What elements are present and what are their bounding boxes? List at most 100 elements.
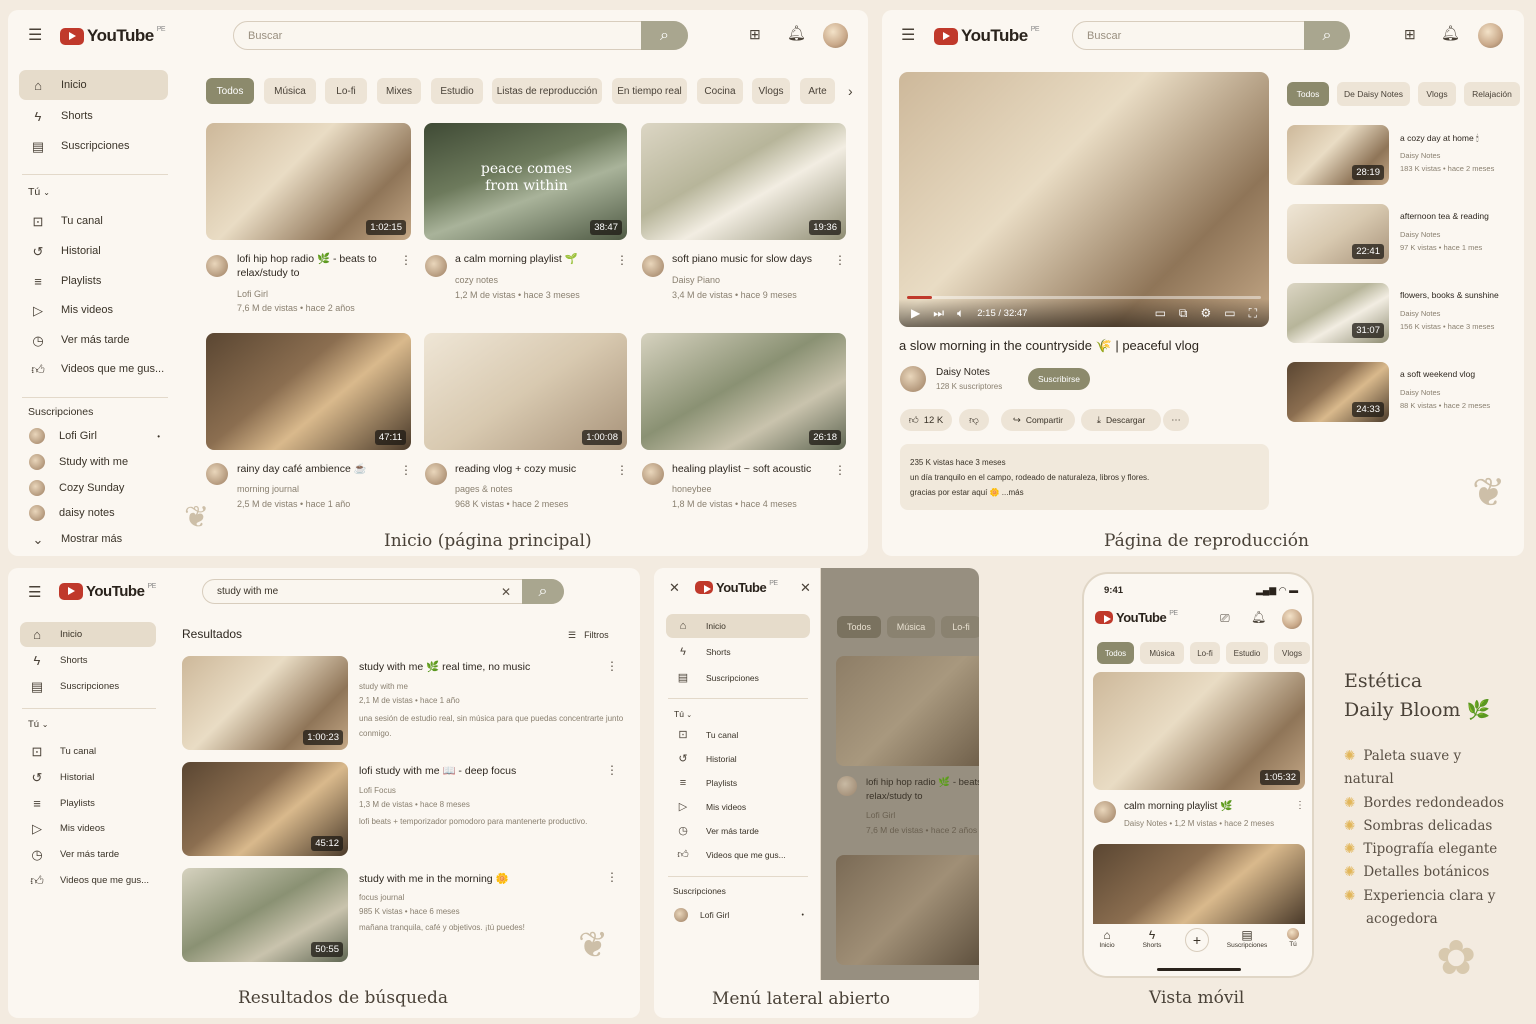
- avatar[interactable]: [1478, 23, 1503, 48]
- dimmed-background[interactable]: Todos Música Lo-fi lofi hip hop radio 🌿 …: [821, 568, 979, 980]
- search-button[interactable]: ⌕: [1304, 21, 1350, 50]
- close-icon[interactable]: ✕: [669, 581, 680, 594]
- sidebar-item-shorts[interactable]: ϟ Shorts: [19, 101, 168, 131]
- video-thumbnail[interactable]: peace comes from within 38:47: [424, 123, 627, 240]
- mobile-video-title[interactable]: calm morning playlist 🌿: [1124, 800, 1233, 814]
- chip-musica[interactable]: Música: [1140, 642, 1184, 664]
- sidebar-item-suscripciones[interactable]: ▤ Suscripciones: [19, 131, 168, 161]
- create-video-icon[interactable]: ⊞: [749, 27, 761, 41]
- bell-icon[interactable]: 🔔︎: [1251, 611, 1266, 623]
- tab-inicio[interactable]: ⌂ Inicio: [1094, 928, 1120, 949]
- video-title[interactable]: lofi hip hop radio 🌿 - beats to relax/st…: [237, 252, 387, 280]
- search-button[interactable]: ⌕: [522, 579, 564, 604]
- more-options-icon[interactable]: ⋮: [606, 870, 618, 884]
- sidebar-item-shorts[interactable]: ϟ Shorts: [20, 648, 156, 673]
- chip-estudio[interactable]: Estudio: [1226, 642, 1268, 664]
- drawer-item-shorts[interactable]: ϟ Shorts: [666, 640, 810, 664]
- drawer-section-you[interactable]: Tú ⌄: [674, 709, 692, 719]
- filters-button[interactable]: ☰ Filtros: [568, 628, 609, 642]
- video-thumbnail[interactable]: 1:00:08: [424, 333, 627, 450]
- close-icon[interactable]: ✕: [800, 581, 811, 594]
- result-title[interactable]: lofi study with me 📖 - deep focus: [359, 764, 516, 778]
- youtube-logo[interactable]: YouTube PE: [60, 26, 166, 46]
- search-input[interactable]: study with me ✕: [202, 579, 564, 604]
- sidebar-sub-lofi-girl[interactable]: Lofi Girl •: [19, 424, 168, 448]
- chip-todos[interactable]: Todos: [1097, 642, 1134, 664]
- video-title[interactable]: healing playlist ~ soft acoustic: [672, 462, 842, 476]
- subtitles-icon[interactable]: ▭: [1155, 306, 1166, 320]
- sidebar-item-liked[interactable]: 👍︎ Videos que me gus...: [19, 355, 168, 383]
- sidebar-item-ver-mas-tarde[interactable]: ◷ Ver más tarde: [20, 842, 156, 866]
- channel-avatar[interactable]: [206, 255, 228, 277]
- clear-icon[interactable]: ✕: [501, 585, 511, 599]
- drawer-sub-lofi-girl[interactable]: Lofi Girl •: [666, 904, 810, 926]
- sidebar-item-suscripciones[interactable]: ▤ Suscripciones: [20, 674, 156, 699]
- sidebar-item-historial[interactable]: ↺ Historial: [19, 237, 168, 265]
- sidebar-item-mis-videos[interactable]: ▷ Mis videos: [20, 816, 156, 840]
- search-button[interactable]: ⌕: [641, 21, 688, 50]
- chip-vlogs[interactable]: Vlogs: [752, 78, 790, 104]
- chip-vlogs[interactable]: Vlogs: [1274, 642, 1310, 664]
- video-channel[interactable]: Daisy Piano: [672, 273, 720, 287]
- chip-relajacion[interactable]: Relajación: [1464, 82, 1520, 106]
- chip-listas[interactable]: Listas de reproducción: [492, 78, 602, 104]
- sidebar-item-historial[interactable]: ↺ Historial: [20, 765, 156, 789]
- chip-en-tiempo-real[interactable]: En tiempo real: [612, 78, 687, 104]
- settings-gear-icon[interactable]: ⚙: [1200, 306, 1211, 320]
- sidebar-item-tu-canal[interactable]: ⊡ Tu canal: [20, 739, 156, 763]
- result-thumbnail[interactable]: 1:00:23: [182, 656, 348, 750]
- tab-tu[interactable]: Tú: [1280, 928, 1306, 948]
- chip-estudio[interactable]: Estudio: [431, 78, 483, 104]
- play-icon[interactable]: ▶: [911, 306, 920, 320]
- drawer-item-ver-mas-tarde[interactable]: ◷ Ver más tarde: [666, 820, 810, 842]
- result-title[interactable]: study with me 🌿 real time, no music: [359, 660, 530, 674]
- chip-de-daisy-notes[interactable]: De Daisy Notes: [1337, 82, 1410, 106]
- chip-arte[interactable]: Arte: [800, 78, 835, 104]
- channel-avatar[interactable]: [642, 255, 664, 277]
- related-title[interactable]: flowers, books & sunshine: [1400, 288, 1499, 302]
- more-options-icon[interactable]: ⋮: [400, 253, 412, 267]
- related-thumbnail[interactable]: 28:19: [1287, 125, 1389, 185]
- subscribe-button[interactable]: Suscribirse: [1028, 368, 1090, 390]
- channel-avatar[interactable]: [206, 463, 228, 485]
- result-channel[interactable]: study with me: [359, 680, 408, 694]
- sidebar-sub-study-with-me[interactable]: Study with me: [19, 450, 168, 474]
- drawer-item-historial[interactable]: ↺ Historial: [666, 748, 810, 770]
- related-title[interactable]: a cozy day at home 🕯: [1400, 131, 1478, 145]
- video-player[interactable]: ▶ ⏭︎ 🔈︎ 2:15 / 32:47 ▭ ⧉ ⚙ ▭ ⛶: [899, 72, 1269, 327]
- mobile-video-thumbnail[interactable]: 1:05:32: [1093, 672, 1305, 790]
- video-title[interactable]: rainy day café ambience ☕: [237, 462, 397, 476]
- chip-mixes[interactable]: Mixes: [377, 78, 421, 104]
- next-icon[interactable]: ⏭︎: [933, 306, 944, 321]
- video-channel[interactable]: Lofi Girl: [237, 287, 268, 301]
- video-title[interactable]: soft piano music for slow days: [672, 252, 832, 266]
- channel-avatar[interactable]: [642, 463, 664, 485]
- menu-icon[interactable]: ☰: [901, 28, 915, 44]
- drawer-item-mis-videos[interactable]: ▷ Mis videos: [666, 796, 810, 818]
- related-thumbnail[interactable]: 24:33: [1287, 362, 1389, 422]
- create-video-icon[interactable]: ⊞: [1404, 27, 1416, 41]
- tab-suscripciones[interactable]: ▤ Suscripciones: [1222, 928, 1272, 949]
- related-title[interactable]: a soft weekend vlog: [1400, 367, 1475, 381]
- related-thumbnail[interactable]: 22:41: [1287, 204, 1389, 264]
- video-channel[interactable]: morning journal: [237, 482, 299, 496]
- video-channel[interactable]: pages & notes: [455, 482, 513, 496]
- bell-icon[interactable]: 🔔︎: [1441, 26, 1460, 41]
- sidebar-item-mis-videos[interactable]: ▷ Mis videos: [19, 296, 168, 324]
- avatar[interactable]: [1282, 609, 1302, 629]
- video-thumbnail[interactable]: 19:36: [641, 123, 846, 240]
- channel-avatar[interactable]: [900, 366, 926, 392]
- sidebar-item-ver-mas-tarde[interactable]: ◷ Ver más tarde: [19, 326, 168, 354]
- sidebar-item-playlists[interactable]: ≡ Playlists: [20, 791, 156, 815]
- chip-cocina[interactable]: Cocina: [697, 78, 743, 104]
- drawer-item-inicio[interactable]: ⌂ Inicio: [666, 614, 810, 638]
- video-channel[interactable]: honeybee: [672, 482, 712, 496]
- youtube-logo[interactable]: YouTube PE: [934, 26, 1040, 46]
- channel-name[interactable]: Daisy Notes: [936, 366, 990, 380]
- sidebar-sub-cozy-sunday[interactable]: Cozy Sunday: [19, 476, 168, 500]
- video-thumbnail[interactable]: 47:11: [206, 333, 411, 450]
- more-options-icon[interactable]: ⋮: [616, 253, 628, 267]
- chevron-right-icon[interactable]: ›: [848, 84, 853, 98]
- result-channel[interactable]: Lofi Focus: [359, 784, 396, 798]
- mobile-video-thumbnail[interactable]: [1093, 844, 1305, 924]
